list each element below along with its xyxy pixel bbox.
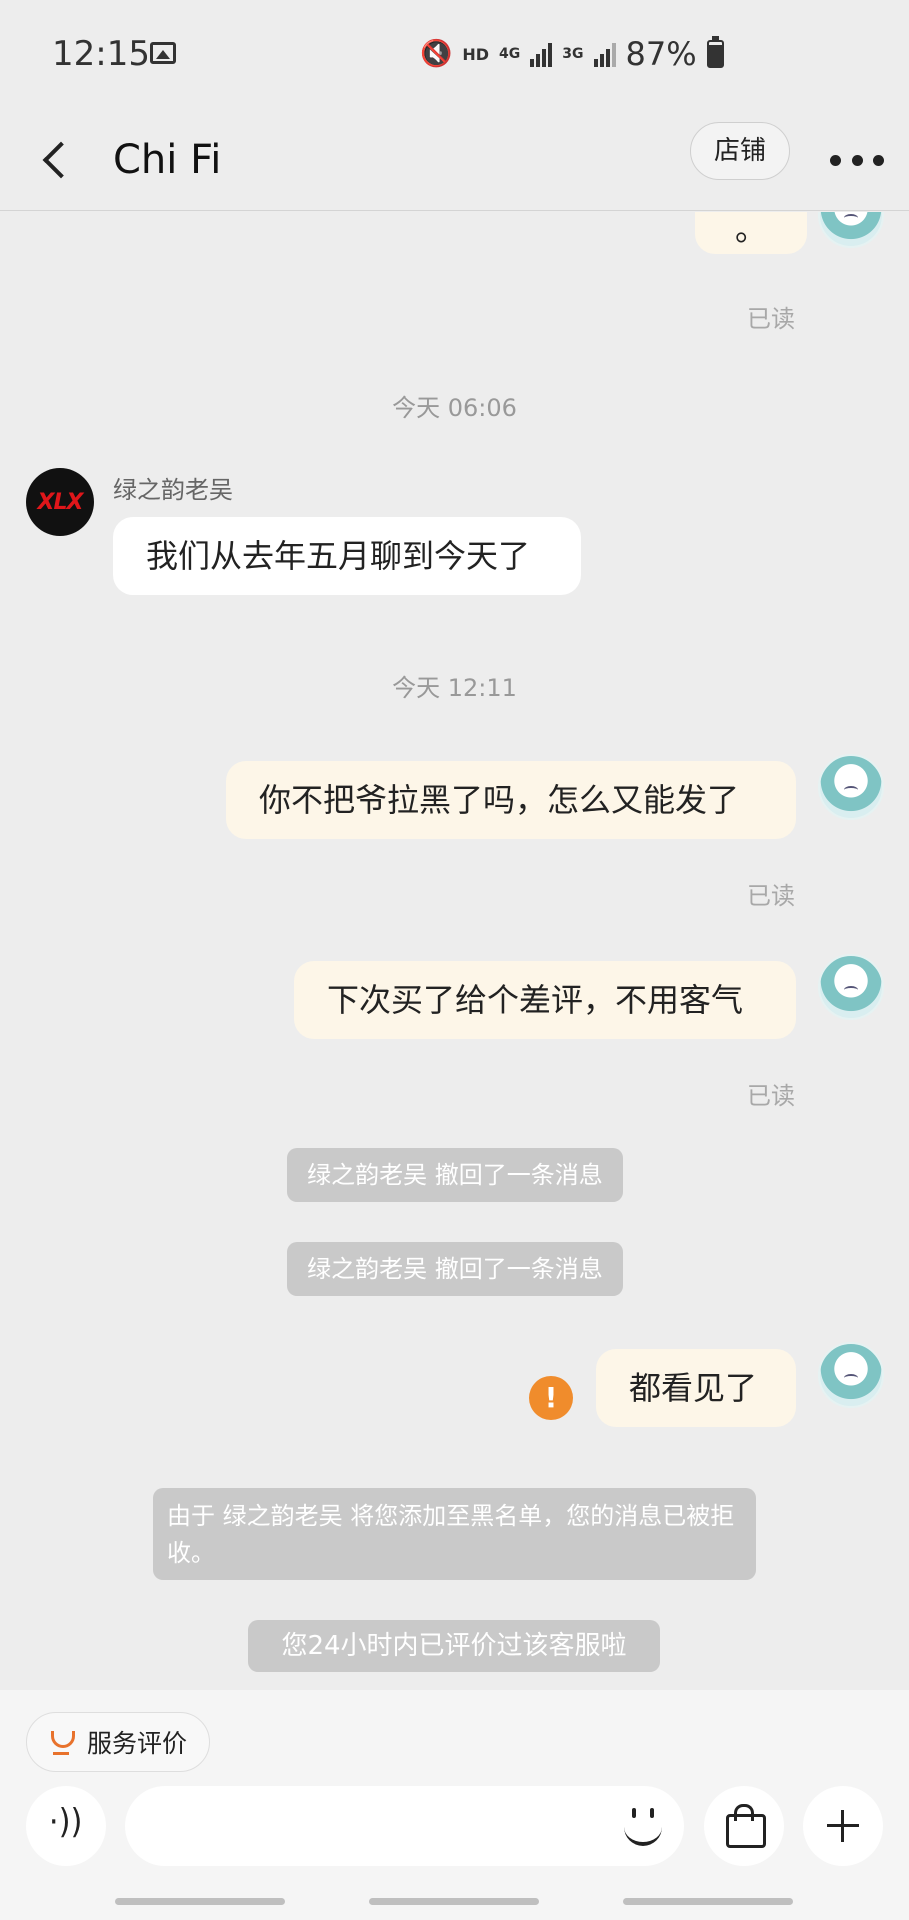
network-3g-label: 3G [562, 46, 584, 62]
outgoing-message-bubble[interactable]: 你不把爷拉黑了吗，怎么又能发了 [226, 761, 796, 839]
nav-bar-handle [115, 1898, 285, 1905]
my-avatar[interactable] [818, 954, 884, 1020]
voice-input-button[interactable]: ·)) [26, 1786, 106, 1866]
signal-4g-icon [530, 41, 553, 67]
time-divider: 今天 12:11 [392, 674, 517, 702]
back-arrow-icon[interactable] [38, 137, 88, 187]
battery-icon [706, 36, 724, 68]
nav-bar-handle [623, 1898, 793, 1905]
chat-header: Chi Fi 店铺 [0, 110, 909, 211]
service-rating-button[interactable]: 服务评价 [26, 1712, 211, 1772]
status-time: 12:15 [52, 34, 150, 74]
emoji-icon[interactable] [622, 1802, 668, 1848]
shopping-bag-button[interactable] [704, 1786, 784, 1866]
message-bubble-partial[interactable]: 。 [695, 212, 808, 254]
shop-button[interactable]: 店铺 [690, 122, 790, 180]
my-avatar[interactable] [818, 1342, 884, 1408]
nav-bar-handle [369, 1898, 539, 1905]
service-rating-label: 服务评价 [87, 1729, 188, 1758]
battery-percent: 87% [625, 35, 697, 73]
read-receipt: 已读 [747, 882, 795, 910]
image-notification-icon [150, 42, 176, 64]
time-divider: 今天 06:06 [392, 394, 517, 422]
send-failed-icon[interactable]: ! [529, 1376, 573, 1420]
recall-notice: 绿之韵老吴 撤回了一条消息 [287, 1148, 623, 1202]
flower-icon [47, 1729, 75, 1755]
status-bar: 12:15 🔇 HD 4G 3G 87% [0, 0, 909, 110]
status-indicators: 🔇 HD 4G 3G 87% [420, 35, 724, 73]
page-title: Chi Fi [113, 137, 222, 183]
more-actions-button[interactable] [803, 1786, 883, 1866]
rated-notice: 您24小时内已评价过该客服啦 [248, 1620, 660, 1672]
my-avatar[interactable] [818, 754, 884, 820]
outgoing-message-bubble[interactable]: 都看见了 [596, 1349, 796, 1427]
my-avatar[interactable] [818, 212, 884, 248]
more-options-icon[interactable] [830, 140, 884, 180]
incoming-message-bubble[interactable]: 我们从去年五月聊到今天了 [113, 517, 581, 595]
hd-label: HD [462, 44, 490, 64]
input-bar: 服务评价 ·)) [0, 1690, 909, 1920]
voice-icon: ·)) [48, 1802, 83, 1842]
blacklist-notice: 由于 绿之韵老吴 将您添加至黑名单，您的消息已被拒收。 [153, 1488, 756, 1580]
contact-avatar[interactable]: XLX [26, 468, 94, 536]
recall-notice: 绿之韵老吴 撤回了一条消息 [287, 1242, 623, 1296]
read-receipt: 已读 [747, 305, 795, 333]
sender-name: 绿之韵老吴 [113, 476, 233, 504]
mute-icon: 🔇 [420, 39, 453, 69]
read-receipt: 已读 [747, 1082, 795, 1110]
message-input[interactable] [125, 1786, 684, 1866]
chat-message-list[interactable]: 。 已读 今天 06:06 XLX 绿之韵老吴 我们从去年五月聊到今天了 今天 … [0, 212, 909, 1690]
signal-3g-icon [593, 41, 616, 67]
network-4g-label: 4G [499, 46, 521, 62]
outgoing-message-bubble[interactable]: 下次买了给个差评，不用客气 [294, 961, 796, 1039]
